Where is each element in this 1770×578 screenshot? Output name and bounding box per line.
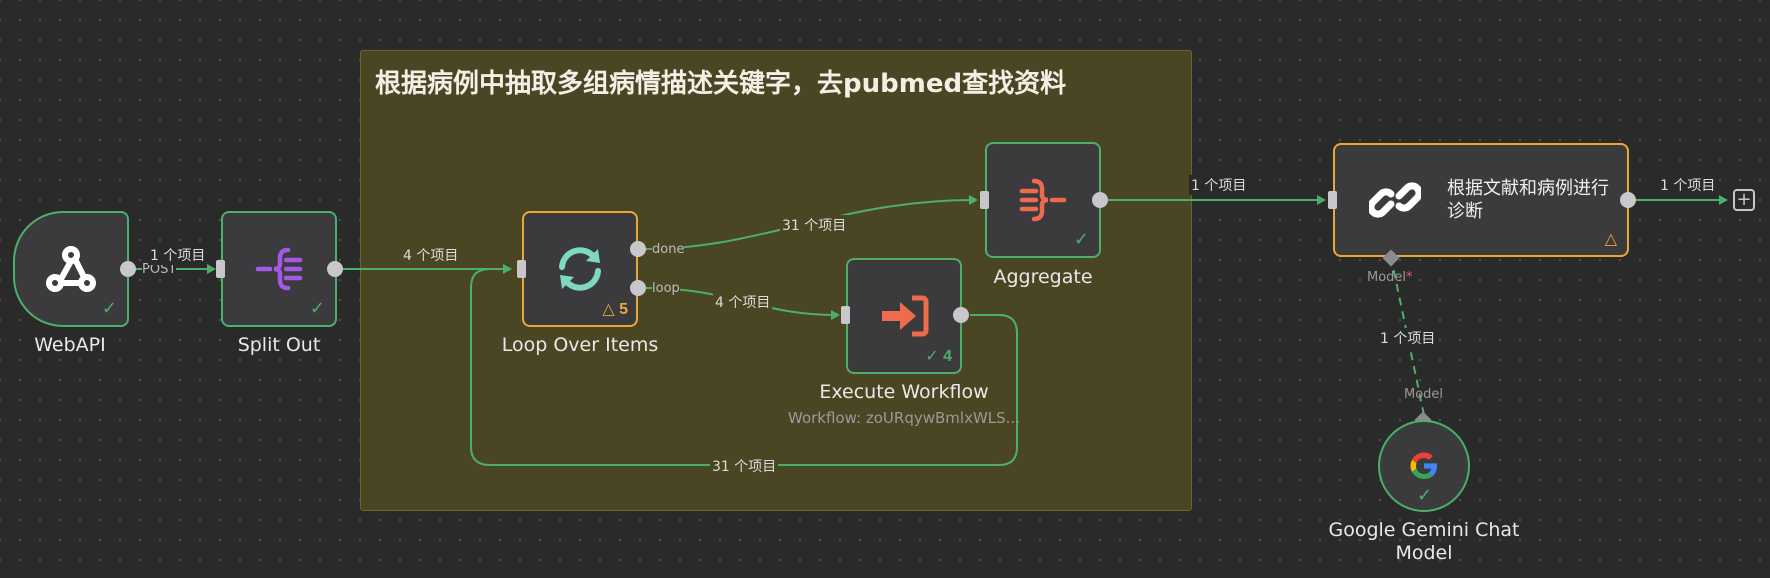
success-check-icon: ✓ [101, 298, 117, 318]
loop-warning-badge: △ 5 [602, 299, 628, 319]
success-check-icon: ✓ [1417, 485, 1433, 505]
aggregate-input-port[interactable] [980, 191, 989, 209]
aggregate-label: Aggregate [993, 266, 1093, 288]
edge-label-split-loop: 4 个项目 [401, 245, 461, 265]
aggregate-node[interactable]: ✓ [985, 142, 1101, 258]
edge-label-aggregate-diagnose: 1 个项目 [1189, 175, 1249, 195]
loop-done-output-name: done [652, 242, 685, 257]
execute-workflow-label: Execute Workflow [819, 381, 989, 403]
required-marker: * [1406, 270, 1413, 285]
google-g-icon [1410, 452, 1437, 479]
edge-label-gemini-diagnose: 1 个项目 [1378, 328, 1438, 348]
diagnose-node-title: 根据文献和病例进行诊断 [1447, 178, 1609, 222]
gemini-model-output-label: Model [1404, 387, 1444, 402]
loop-over-items-label: Loop Over Items [501, 334, 659, 356]
plus-icon: + [1736, 189, 1752, 210]
execute-run-count: 4 [943, 348, 952, 365]
diagnose-output-port[interactable] [1620, 192, 1636, 208]
success-check-icon: ✓ [1073, 229, 1089, 249]
split-out-input-port[interactable] [216, 260, 225, 278]
split-out-icon [255, 247, 303, 291]
edge-label-done-aggregate: 31 个项目 [780, 215, 849, 235]
loop-done-output-port[interactable] [630, 241, 646, 257]
webhook-icon [46, 246, 96, 292]
split-out-node[interactable]: ✓ [221, 211, 337, 327]
aggregate-icon [1019, 178, 1067, 222]
gemini-chat-model-node[interactable]: ✓ [1378, 420, 1470, 512]
loop-run-count: 5 [619, 301, 628, 318]
webapi-output-port[interactable] [120, 261, 136, 277]
loop-over-items-node[interactable]: △ 5 [522, 211, 638, 327]
loop-input-port[interactable] [517, 260, 526, 278]
loop-arrows-icon [559, 247, 601, 291]
edge-label-loop-execute: 4 个项目 [713, 292, 773, 312]
edge-label-diagnose-out: 1 个项目 [1658, 175, 1718, 195]
aggregate-output-port[interactable] [1092, 192, 1108, 208]
diagnose-chain-node[interactable]: 根据文献和病例进行诊断 △ [1333, 143, 1629, 257]
edge-label-execute-back: 31 个项目 [710, 456, 779, 476]
diagnose-input-port[interactable] [1328, 191, 1337, 209]
diagnose-model-input-label: Model* [1367, 270, 1413, 285]
edge-label-webapi-split: 1 个项目 [148, 245, 208, 265]
execute-success-badge: ✓ 4 [925, 346, 952, 366]
loop-loop-output-name: loop [652, 281, 680, 296]
success-check-icon: ✓ [309, 298, 325, 318]
execute-output-port[interactable] [953, 307, 969, 323]
gemini-chat-model-label: Google Gemini Chat Model [1328, 519, 1520, 564]
execute-workflow-icon [882, 295, 929, 337]
sticky-note-title: 根据病例中抽取多组病情描述关键字，去pubmed查找资料 [375, 69, 1067, 99]
split-out-output-port[interactable] [327, 261, 343, 277]
warning-triangle-icon: △ [1604, 231, 1617, 248]
webapi-label: WebAPI [34, 334, 106, 356]
execute-input-port[interactable] [841, 306, 850, 324]
warning-triangle-icon: △ [602, 301, 615, 318]
split-out-label: Split Out [237, 334, 321, 356]
execute-workflow-subtitle: Workflow: zoURqywBmlxWLS... [788, 409, 1020, 427]
webapi-node[interactable]: ✓ [13, 211, 129, 327]
model-input-name: Model [1367, 270, 1407, 285]
success-check-icon: ✓ [925, 348, 939, 365]
loop-loop-output-port[interactable] [630, 280, 646, 296]
link-chain-icon [1369, 182, 1421, 218]
add-node-button[interactable]: + [1733, 189, 1755, 211]
